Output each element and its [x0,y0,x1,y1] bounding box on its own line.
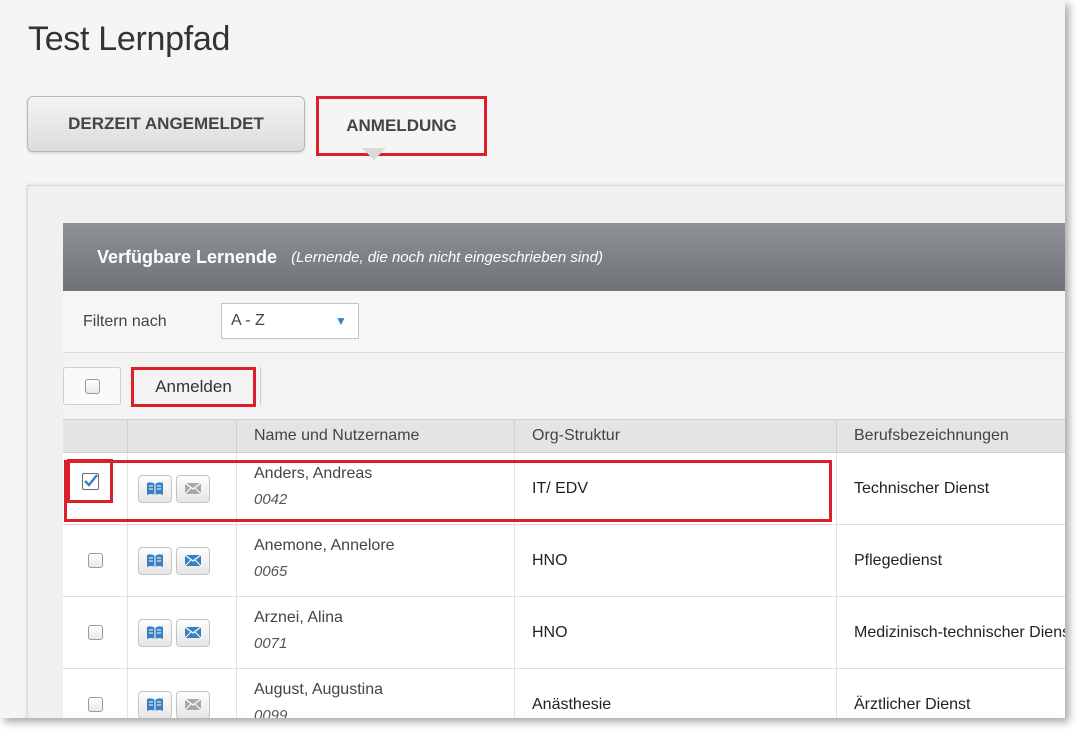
checkbox-icon[interactable] [87,625,103,640]
book-icon[interactable] [138,618,172,647]
checkbox-checked-icon [81,472,99,490]
header-org: Org-Struktur [514,420,836,452]
row-actions [127,669,236,718]
row-job-cell: Technischer Dienst [836,453,1065,524]
row-select[interactable] [63,597,127,668]
checkbox-icon[interactable] [87,553,103,568]
select-all-checkbox[interactable] [63,367,121,405]
learner-username: 0071 [254,635,288,652]
book-icon[interactable] [138,474,172,503]
table-row: Arznei, Alina 0071 HNO Medizinisch-techn… [63,597,1065,669]
row-name-cell: Arznei, Alina 0071 [236,597,514,668]
learner-table: Anders, Andreas 0042 IT/ EDV Technischer… [63,453,1065,718]
learner-name: Anders, Andreas [254,465,373,482]
row-actions [127,525,236,596]
tab-currently-enrolled[interactable]: DERZEIT ANGEMELDET [27,96,305,152]
filter-label: Filtern nach [83,313,167,330]
book-icon[interactable] [138,690,172,718]
filter-bar: Filtern nach A - Z ▼ [63,291,1065,353]
row-job-cell: Pflegedienst [836,525,1065,596]
tab-enrollment[interactable]: ANMELDUNG [316,96,487,156]
action-divider [260,367,261,405]
envelope-icon[interactable] [176,474,210,503]
header-actions [127,420,236,452]
book-icon[interactable] [138,546,172,575]
row-job-cell: Ärztlicher Dienst [836,669,1065,718]
checkbox-icon [84,378,100,394]
section-subtitle: (Lernende, die noch nicht eingeschrieben… [291,248,603,266]
row-org-cell: HNO [514,597,836,668]
row-name-cell: Anders, Andreas 0042 [236,453,514,524]
table-header: Name und Nutzername Org-Struktur Berufsb… [63,419,1065,453]
row-org-cell: IT/ EDV [514,453,836,524]
row-select[interactable] [63,669,127,718]
header-job: Berufsbezeichnungen [836,420,1065,452]
header-select [63,420,127,452]
row-checkbox-highlight[interactable] [67,459,113,503]
section-title: Verfügbare Lernende [97,246,278,267]
row-select[interactable] [63,453,127,524]
learner-name: August, Augustina [254,681,383,698]
checkbox-icon[interactable] [87,697,103,712]
row-actions [127,597,236,668]
table-row: Anders, Andreas 0042 IT/ EDV Technischer… [63,453,1065,525]
learner-username: 0099 [254,707,288,718]
envelope-icon[interactable] [176,546,210,575]
row-actions [127,453,236,524]
table-row: August, Augustina 0099 Anästhesie Ärztli… [63,669,1065,718]
row-select[interactable] [63,525,127,596]
envelope-icon[interactable] [176,618,210,647]
active-tab-pointer [362,148,386,160]
section-header: Verfügbare Lernende (Lernende, die noch … [63,223,1065,291]
table-row: Anemone, Annelore 0065 HNO Pflegedienst [63,525,1065,597]
row-name-cell: August, Augustina 0099 [236,669,514,718]
row-org-cell: Anästhesie [514,669,836,718]
envelope-icon[interactable] [176,690,210,718]
filter-select[interactable]: A - Z ▼ [221,303,359,339]
learner-username: 0065 [254,563,288,580]
learner-name: Anemone, Annelore [254,537,395,554]
row-job-cell: Medizinisch-technischer Dienst [836,597,1065,668]
page-title: Test Lernpfad [28,20,231,58]
enrollment-panel: Verfügbare Lernende (Lernende, die noch … [27,185,1065,718]
action-bar: Anmelden [63,353,1065,419]
row-name-cell: Anemone, Annelore 0065 [236,525,514,596]
row-org-cell: HNO [514,525,836,596]
learner-username: 0042 [254,491,288,508]
header-name: Name und Nutzername [236,420,514,452]
learner-name: Arznei, Alina [254,609,343,626]
dropdown-caret-icon[interactable]: ▼ [324,304,358,338]
enroll-button[interactable]: Anmelden [131,367,256,407]
screenshot-frame: Test Lernpfad DERZEIT ANGEMELDET ANMELDU… [0,0,1065,718]
filter-value: A - Z [231,312,265,329]
